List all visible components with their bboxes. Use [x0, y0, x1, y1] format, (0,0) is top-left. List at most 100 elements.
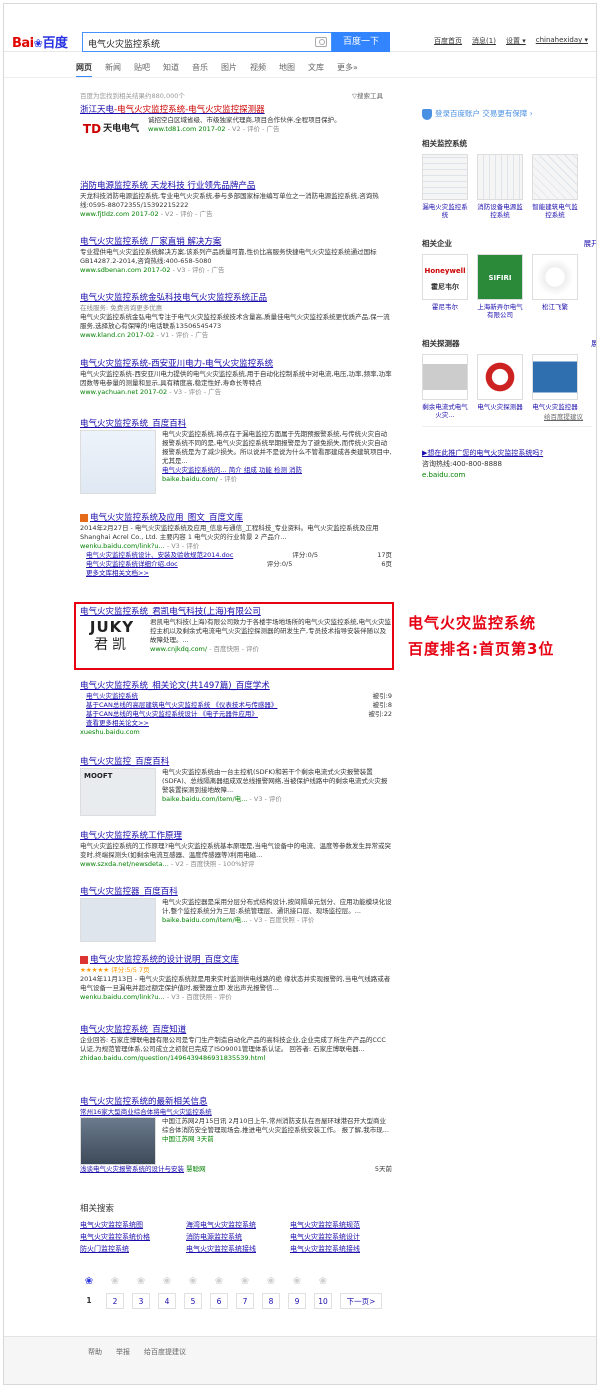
result-title[interactable]: 电气火灾监控_百度百科: [80, 756, 392, 768]
next-page-button[interactable]: 下一页>: [340, 1276, 382, 1309]
tab-more[interactable]: 更多»: [337, 62, 358, 78]
related-link[interactable]: 电气火灾监控系统接线: [186, 1244, 290, 1254]
page-8[interactable]: ❀ 8: [262, 1276, 280, 1309]
result-url[interactable]: wenku.baidu.com/link?u... - V3 - 百度快照 - …: [80, 993, 392, 1002]
expand-link[interactable]: 展开 ›: [584, 238, 596, 249]
list-item[interactable]: 漏电火灾监控系统: [422, 154, 468, 219]
list-item[interactable]: 电气火灾监控器: [532, 354, 578, 419]
result-title[interactable]: 电气火灾监控系统工作原理: [80, 830, 392, 842]
trust-banner[interactable]: 登录百度账户 交易更有保障 ›: [422, 108, 533, 120]
doc-link[interactable]: 电气火灾监控系统详细介绍.doc: [86, 560, 178, 569]
related-link[interactable]: 电气火灾监控系统图: [80, 1220, 186, 1230]
product-thumbnail[interactable]: [80, 898, 156, 942]
result-url[interactable]: www.td81.com 2017-02 - V2 - 评价 - 广告: [148, 125, 341, 134]
news-headline[interactable]: 常州16家大型商业综合体将电气火灾监控系统: [80, 1108, 392, 1117]
company-title: 相关企业展开 ›: [422, 238, 596, 249]
page-3[interactable]: ❀ 3: [132, 1276, 150, 1309]
tab-zhidao[interactable]: 知道: [163, 62, 179, 78]
more-docs-link[interactable]: 更多文库相关文档>>: [86, 569, 149, 578]
settings-link[interactable]: 设置 ▾: [506, 36, 526, 46]
result-url[interactable]: www.yachuan.net 2017-02 - V3 - 评价 - 广告: [80, 388, 392, 397]
result-title[interactable]: 电气火灾监控系统的设计说明_百度文库: [80, 954, 392, 966]
related-link[interactable]: 电气火灾监控系统价格: [80, 1232, 186, 1242]
result-title[interactable]: 浙江天电-电气火灾监控系统-电气火灾监控探测器: [80, 104, 392, 116]
news-link[interactable]: 浅谈电气火灾报警系统的设计与安装: [80, 1165, 184, 1173]
page-4[interactable]: ❀ 4: [158, 1276, 176, 1309]
online-service[interactable]: 在线服务: 免费咨询更多优惠: [80, 304, 392, 313]
paper-link[interactable]: 基于CAN总线的高层建筑电气火灾监控系统 《仪表技术与传感器》: [86, 701, 277, 710]
more-papers-link[interactable]: 查看更多相关论文>>: [86, 719, 149, 728]
result-title[interactable]: 消防电源监控系统 天龙科技 行业领先品牌产品: [80, 180, 392, 192]
page-9[interactable]: ❀ 9: [288, 1276, 306, 1309]
list-item[interactable]: Honeywell 霍尼韦尔 霍尼韦尔: [422, 254, 468, 319]
related-link[interactable]: 消防电源监控系统: [186, 1232, 290, 1242]
result-url[interactable]: baike.baidu.com/item/电... - V3 - 评价: [162, 795, 392, 804]
tab-images[interactable]: 图片: [221, 62, 237, 78]
promo-url[interactable]: e.baidu.com: [422, 470, 592, 481]
baike-links[interactable]: 电气火灾监控系统的... 简介 组成 功能 检测 消防: [162, 466, 392, 475]
result-title[interactable]: 电气火灾监控系统_百度百科: [80, 418, 392, 430]
related-link[interactable]: 电气火灾监控系统规范: [290, 1220, 380, 1230]
expand-link[interactable]: 展开 ›: [591, 338, 596, 349]
result-title[interactable]: 电气火灾监控系统 厂家直销 解决方案: [80, 236, 392, 248]
company-logo[interactable]: TD 天电电气: [80, 116, 142, 142]
result-url[interactable]: baike.baidu.com/item/电... - V3 - 百度快照 - …: [162, 916, 392, 925]
list-item[interactable]: 剩余电流式电气火灾...: [422, 354, 468, 419]
page-2[interactable]: ❀ 2: [106, 1276, 124, 1309]
search-input[interactable]: 电气火灾监控系统: [82, 32, 332, 52]
related-link[interactable]: 海湾电气火灾监控系统: [186, 1220, 290, 1230]
list-item[interactable]: 电气火灾探测器: [477, 354, 523, 419]
result-url[interactable]: baike.baidu.com/ - 评价: [162, 475, 392, 484]
related-link[interactable]: 电气火灾监控系统接线: [290, 1244, 380, 1254]
result-title[interactable]: 电气火灾监控系统的最新相关信息: [80, 1096, 392, 1108]
help-link[interactable]: 帮助: [88, 1347, 102, 1357]
result-url[interactable]: wenku.baidu.com/link?u... - V3 - 评价: [80, 542, 392, 551]
list-item[interactable]: 智能建筑电气监控系统: [532, 154, 578, 219]
paper-link[interactable]: 基于CAN总线的电气火灾监控系统设计 《电子元器件应用》: [86, 710, 258, 719]
tab-news[interactable]: 新闻: [105, 62, 121, 78]
result-url[interactable]: www.szxda.net/newsdeta... - V2 - 百度快照 - …: [80, 860, 392, 869]
list-item[interactable]: SIFIRI 上海新弄尔电气有限公司: [477, 254, 523, 319]
suggest-link[interactable]: 给百度提建议: [144, 1347, 186, 1357]
result-title[interactable]: 电气火灾监控系统-西安亚川电力-电气火灾监控系统: [80, 358, 392, 370]
product-thumbnail[interactable]: MOOFT: [80, 768, 156, 816]
camera-icon[interactable]: [315, 37, 327, 47]
result-title[interactable]: 电气火灾监控系统_百度知道: [80, 1024, 392, 1036]
feedback-link[interactable]: 给百度提建议: [544, 412, 583, 423]
result-title[interactable]: 电气火灾监控器_百度百科: [80, 886, 392, 898]
report-link[interactable]: 举报: [116, 1347, 130, 1357]
tab-video[interactable]: 视频: [250, 62, 266, 78]
diagram-thumbnail[interactable]: [80, 430, 156, 494]
search-button[interactable]: 百度一下: [332, 32, 390, 52]
result-url[interactable]: zhidao.baidu.com/question/14964394869318…: [80, 1054, 392, 1063]
list-item[interactable]: 消防设备电源监控系统: [477, 154, 523, 219]
page-6[interactable]: ❀ 6: [210, 1276, 228, 1309]
tab-tieba[interactable]: 贴吧: [134, 62, 150, 78]
result-url[interactable]: www.sdbenan.com 2017-02 - V3 - 评价 - 广告: [80, 266, 392, 275]
home-link[interactable]: 百度首页: [434, 36, 462, 46]
result-url[interactable]: www.kland.cn 2017-02 - V1 - 评价 - 广告: [80, 331, 392, 340]
tab-map[interactable]: 地图: [279, 62, 295, 78]
result-url[interactable]: www.fjtldz.com 2017-02 - V2 - 评价 - 广告: [80, 210, 392, 219]
search-tools-button[interactable]: ▽搜索工具: [352, 90, 383, 100]
related-link[interactable]: 防火门监控系统: [80, 1244, 186, 1254]
page-10[interactable]: ❀ 10: [314, 1276, 332, 1309]
related-link[interactable]: 电气火灾监控系统设计: [290, 1232, 380, 1242]
doc-link[interactable]: 电气火灾监控系统设计、安装及验收规范2014.doc: [86, 551, 233, 560]
tab-music[interactable]: 音乐: [192, 62, 208, 78]
result-url[interactable]: xueshu.baidu.com: [80, 728, 392, 737]
news-thumbnail[interactable]: [80, 1117, 156, 1165]
page-5[interactable]: ❀ 5: [184, 1276, 202, 1309]
tab-web[interactable]: 网页: [76, 62, 92, 78]
tab-wenku[interactable]: 文库: [308, 62, 324, 78]
result-title[interactable]: 电气火灾监控系统_相关论文(共1497篇)_百度学术: [80, 680, 392, 692]
result-title[interactable]: 电气火灾监控系统金弘科技电气火灾监控系统正品: [80, 292, 392, 304]
paper-link[interactable]: 电气火灾监控系统: [86, 692, 138, 701]
promo-link[interactable]: ▶想在此推广您的电气火灾监控系统吗?: [422, 448, 592, 459]
result-title[interactable]: 电气火灾监控系统及应用_图文_百度文库: [80, 512, 392, 524]
user-link[interactable]: chinahexiday ▾: [536, 36, 588, 46]
messages-link[interactable]: 消息(1): [472, 36, 496, 46]
list-item[interactable]: 松江飞繁: [532, 254, 578, 319]
page-7[interactable]: ❀ 7: [236, 1276, 254, 1309]
baidu-logo[interactable]: Bai❀百度: [12, 32, 68, 51]
